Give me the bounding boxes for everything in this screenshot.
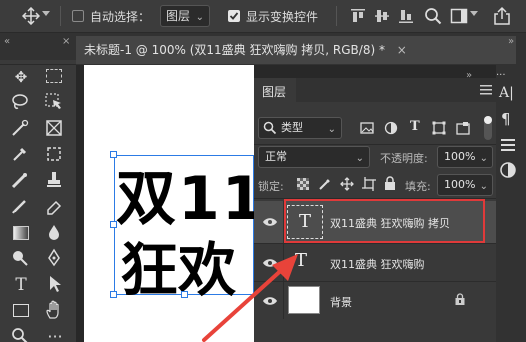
layers-panel-title: 图层: [262, 85, 287, 99]
auto-select-target-dropdown[interactable]: 图层 ⌄: [160, 5, 210, 27]
filter-shape-icon[interactable]: [432, 121, 446, 135]
eraser-tool-icon[interactable]: [44, 196, 66, 218]
path-select-tool-icon[interactable]: [44, 274, 66, 296]
opacity-label: 不透明度:: [380, 152, 428, 165]
filter-toggle[interactable]: [484, 116, 492, 140]
transform-handle[interactable]: [110, 151, 117, 158]
lock-icon: [455, 293, 465, 305]
workspace-icon[interactable]: [450, 7, 468, 25]
stamp-tool-icon[interactable]: [44, 170, 66, 192]
gradient-tool-icon[interactable]: [10, 222, 32, 244]
annotation-arrow: [202, 254, 298, 342]
tools-panel: ✥ T ···: [0, 60, 76, 342]
crop-frame-tool-icon[interactable]: [44, 118, 66, 140]
blend-mode-value: 正常: [265, 150, 287, 163]
document-tab[interactable]: 未标题-1 @ 100% (双11盛典 狂欢嗨购 拷贝, RGB/8) * ×: [76, 36, 516, 64]
adjustments-panel-icon[interactable]: [498, 160, 518, 180]
type-tool-icon[interactable]: T: [10, 274, 32, 296]
separator: [254, 144, 496, 145]
highlight-box: [284, 199, 485, 243]
chevron-down-icon: ⌄: [327, 124, 336, 135]
lock-image-icon[interactable]: [318, 177, 332, 191]
align-top-icon[interactable]: [350, 8, 366, 24]
panel-dock: [496, 65, 526, 342]
lasso-tool-icon[interactable]: [10, 92, 32, 114]
align-vcenter-icon[interactable]: [374, 8, 390, 24]
layer-name[interactable]: 背景: [330, 294, 352, 310]
pen-tool-icon[interactable]: [44, 248, 66, 270]
separator: [336, 6, 337, 26]
close-tab-icon[interactable]: ×: [397, 43, 407, 57]
search-icon[interactable]: [424, 7, 442, 25]
filter-smart-object-icon[interactable]: [456, 121, 470, 135]
dodge-tool-icon[interactable]: [10, 248, 32, 270]
panel-collapse-icon[interactable]: »: [466, 70, 472, 81]
zoom-tool-icon[interactable]: [10, 326, 32, 342]
chevron-down-icon: ⌄: [355, 153, 364, 164]
transform-handle[interactable]: [110, 291, 117, 298]
show-transform-label: 显示变换控件: [246, 10, 319, 24]
marquee-tool-icon[interactable]: [46, 69, 62, 83]
collapse-panels-icon[interactable]: »: [508, 36, 514, 47]
move-tool-icon[interactable]: ✥: [10, 66, 32, 88]
quick-select-tool-icon[interactable]: [10, 118, 32, 140]
collapse-toolbar-icon[interactable]: «: [4, 36, 10, 47]
layer-name[interactable]: 双11盛典 狂欢嗨购: [330, 256, 425, 272]
opacity-value: 100%: [444, 150, 476, 163]
hand-tool-icon[interactable]: [44, 300, 66, 322]
toolbar-close-icon[interactable]: ×: [62, 36, 70, 47]
move-tool-icon[interactable]: [22, 7, 40, 25]
auto-select-checkbox[interactable]: [72, 10, 84, 22]
blur-tool-icon[interactable]: [44, 222, 66, 244]
character-panel-icon[interactable]: A|: [499, 85, 514, 101]
object-select-tool-icon[interactable]: [44, 92, 66, 114]
lock-all-icon[interactable]: [384, 176, 396, 190]
brush-tool-icon[interactable]: [10, 196, 32, 218]
lock-position-icon[interactable]: [340, 177, 354, 191]
eye-icon[interactable]: [262, 217, 278, 227]
align-bottom-icon[interactable]: [398, 8, 414, 24]
fill-input[interactable]: 100% ⌄: [437, 174, 493, 196]
opacity-input[interactable]: 100% ⌄: [437, 146, 493, 168]
share-icon[interactable]: [492, 6, 512, 26]
fill-label: 填充:: [405, 180, 431, 193]
filter-type-icon[interactable]: T: [410, 119, 420, 134]
tool-preset-chevron-icon[interactable]: [42, 11, 50, 16]
panel-menu-icon[interactable]: [480, 85, 492, 95]
options-bar: 自动选择： 图层 ⌄ 显示变换控件: [0, 0, 526, 33]
search-icon: [263, 121, 277, 135]
blend-mode-dropdown[interactable]: 正常 ⌄: [258, 146, 370, 168]
fill-value: 100%: [444, 178, 476, 191]
transform-handle[interactable]: [181, 291, 188, 298]
auto-select-target-value: 图层: [166, 9, 191, 23]
filter-pixel-icon[interactable]: [360, 121, 374, 135]
healing-brush-tool-icon[interactable]: [10, 170, 32, 192]
separator: [60, 6, 61, 26]
auto-select-label: 自动选择：: [90, 10, 151, 24]
more-tools-icon[interactable]: ···: [44, 326, 66, 342]
separator: [0, 64, 76, 65]
chevron-down-icon: ⌄: [479, 181, 488, 192]
paragraph-panel-icon[interactable]: ¶: [501, 110, 511, 128]
layer-filter-value: 类型: [281, 121, 303, 134]
filter-adjustment-icon[interactable]: [384, 121, 398, 135]
document-tab-title: 未标题-1 @ 100% (双11盛典 狂欢嗨购 拷贝, RGB/8) *: [84, 43, 385, 57]
transform-handle[interactable]: [110, 221, 117, 228]
show-transform-checkbox[interactable]: [228, 10, 240, 22]
lock-label: 锁定:: [258, 180, 284, 193]
dock-grip-icon: ···: [496, 70, 506, 81]
eyedropper-tool-icon[interactable]: [10, 144, 32, 166]
lock-transparent-icon[interactable]: [297, 178, 309, 190]
chevron-down-icon: ⌄: [195, 12, 204, 23]
frame-tool-icon[interactable]: [44, 144, 66, 166]
properties-panel-icon[interactable]: [498, 135, 518, 155]
lock-artboard-icon[interactable]: [362, 177, 376, 191]
workspace-chevron-icon[interactable]: [470, 11, 478, 16]
rectangle-tool-icon[interactable]: [10, 300, 32, 322]
chevron-down-icon: ⌄: [479, 153, 488, 164]
